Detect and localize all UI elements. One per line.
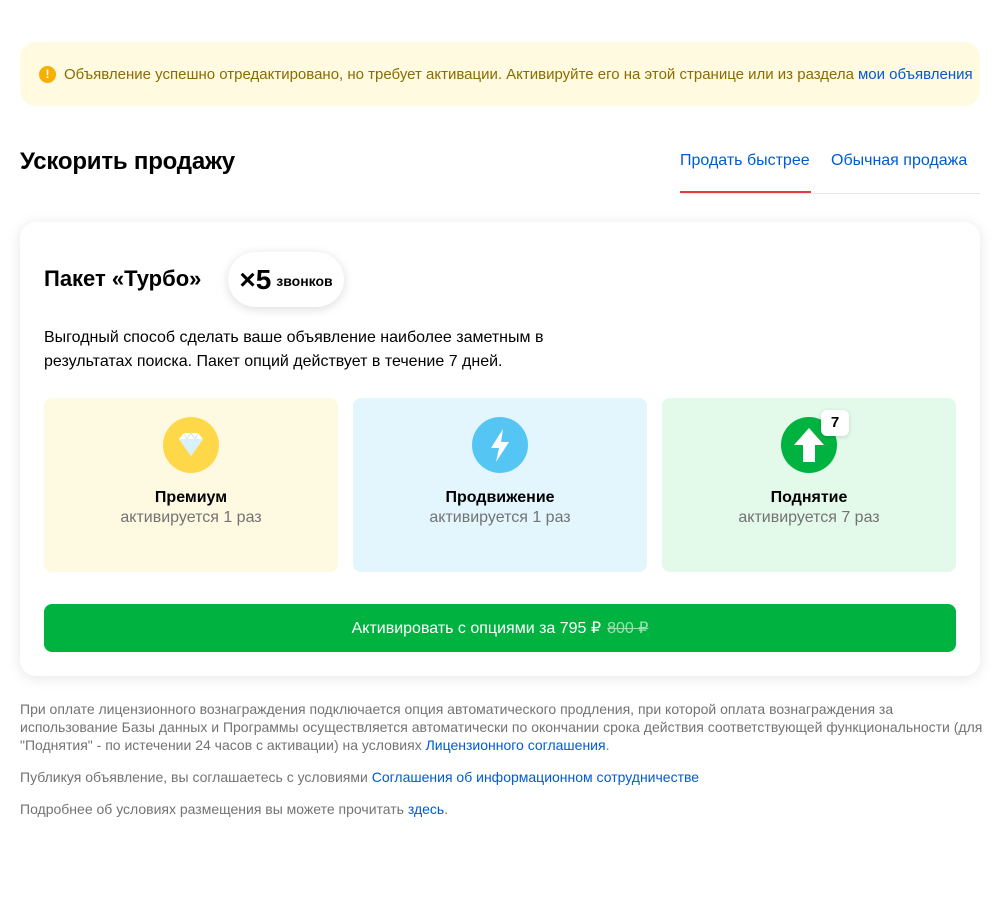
old-price: 800 ₽ [607, 620, 649, 637]
warning-icon: ! [39, 65, 56, 83]
placement-period: . [444, 801, 449, 817]
license-agreement-link[interactable]: Лицензионного соглашения [426, 737, 606, 753]
multiplier-value: ×5 [239, 263, 272, 295]
option-activation-count: активируется 1 раз [120, 509, 262, 526]
auto-renewal-terms: При оплате лицензионного вознаграждения … [20, 700, 990, 754]
section-title: Ускорить продажу [20, 148, 235, 175]
option-activation-count: активируется 7 раз [738, 509, 880, 526]
cooperation-agreement-link[interactable]: Соглашения об информационном сотрудничес… [372, 769, 699, 785]
publication-terms: Публикуя объявление, вы соглашаетесь с у… [20, 768, 699, 786]
active-tab-indicator [680, 191, 811, 193]
notice-text: Объявление успешно отредактировано, но т… [64, 65, 854, 83]
option-raise: 7 Поднятие активируется 7 раз [662, 398, 956, 572]
turbo-package-card: Пакет «Турбо» ×5 звонков Выгодный способ… [20, 222, 980, 676]
option-promotion: Продвижение активируется 1 раз [353, 398, 647, 572]
sale-mode-tabs: Продать быстрее Обычная продажа [680, 140, 980, 194]
terms-period: . [605, 737, 610, 753]
lightning-icon [472, 417, 528, 473]
option-activation-count: активируется 1 раз [429, 509, 571, 526]
package-description: Выгодный способ сделать ваше объявление … [44, 329, 544, 370]
multiplier-unit: звонков [276, 273, 333, 289]
tab-sell-faster[interactable]: Продать быстрее [680, 152, 810, 170]
raise-count-badge: 7 [821, 410, 849, 436]
tab-regular-sale[interactable]: Обычная продажа [831, 152, 967, 170]
activate-with-options-button[interactable]: Активировать с опциями за 795 ₽ 800 ₽ [44, 604, 956, 652]
publication-terms-text: Публикуя объявление, вы соглашаетесь с у… [20, 769, 368, 785]
option-name: Поднятие [770, 489, 848, 506]
my-ads-link[interactable]: мои объявления [858, 66, 973, 83]
activate-button-label: Активировать с опциями за 795 ₽ [351, 620, 602, 637]
diamond-icon [163, 417, 219, 473]
here-link[interactable]: здесь [408, 801, 444, 817]
option-name: Премиум [154, 489, 228, 506]
option-name: Продвижение [445, 489, 555, 506]
placement-terms: Подробнее об условиях размещения вы може… [20, 800, 448, 818]
activation-notice: ! Объявление успешно отредактировано, но… [20, 42, 980, 106]
package-title: Пакет «Турбо» [44, 266, 202, 291]
placement-terms-text: Подробнее об условиях размещения вы може… [20, 801, 404, 817]
option-premium: Премиум активируется 1 раз [44, 398, 338, 572]
calls-multiplier-badge: ×5 звонков [228, 252, 344, 307]
